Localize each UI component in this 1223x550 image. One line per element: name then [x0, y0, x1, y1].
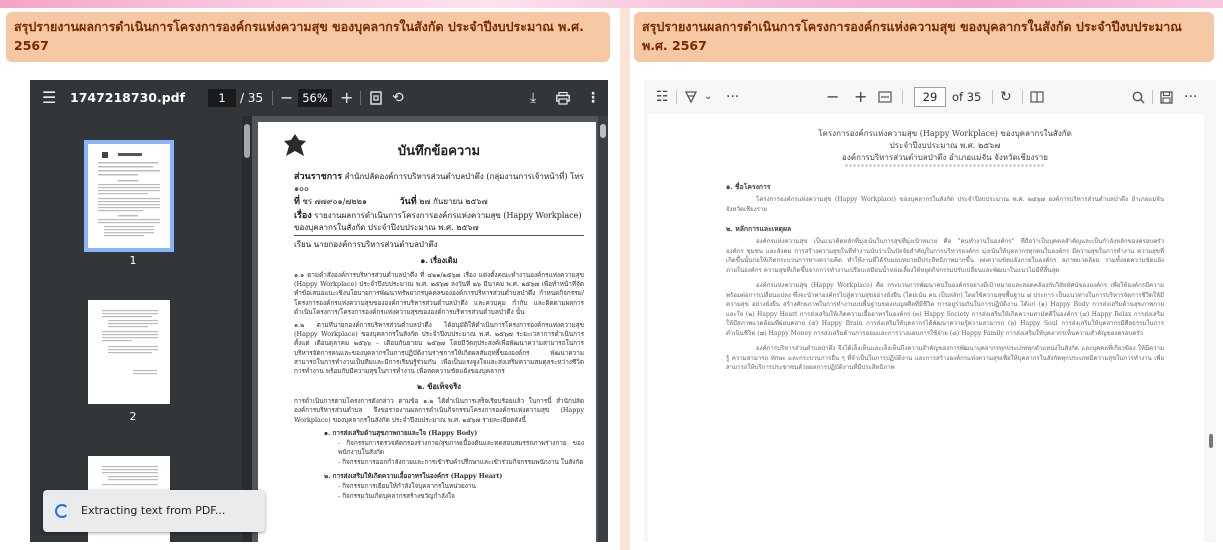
more-options-icon[interactable]: ··· [1184, 80, 1197, 114]
toolbar-separator [360, 91, 361, 105]
zoom-out-icon[interactable]: − [826, 80, 839, 114]
table-of-contents-icon[interactable]: ☷ [656, 80, 669, 114]
doc-heading-2: ประจำปีงบประมาณ พ.ศ. ๒๕๖๗ [889, 141, 1001, 150]
draw-icon[interactable] [684, 80, 698, 114]
page-title-banner: สรุปรายงานผลการดำเนินการโครงการองค์กรแห่… [6, 12, 610, 62]
fit-page-icon[interactable] [370, 80, 382, 116]
paragraph-3: การดำเนินการตามโครงการดังกล่าว ตามข้อ ๑.… [294, 397, 584, 424]
edge-pdf-viewer: ☷ ⌄ ··· − + 29 of 35 ↻ ··· โครงการองค์กร… [644, 80, 1216, 542]
thumbnail-scrollbar-thumb[interactable] [244, 124, 250, 158]
page-scrollbar-thumb[interactable] [600, 124, 606, 138]
page-total: / 35 [240, 91, 264, 105]
toolbar-separator [1022, 90, 1023, 104]
thumbnail-sidebar: 1 2 [30, 116, 252, 542]
doc-heading-3: องค์การบริหารส่วนตำบลป่าตึง อำเภอแม่จัน … [842, 153, 1048, 162]
top-decor-strip [0, 0, 1223, 8]
doc-paragraph-4: องค์การบริหารส่วนตำบลป่าตึง จึงได้เล็งเห… [726, 345, 1164, 371]
thumbnail-label-1: 1 [129, 254, 137, 267]
page-scrollbar-right[interactable] [1206, 114, 1216, 542]
rotate-icon[interactable]: ↻ [1000, 80, 1012, 114]
toolbar-separator [992, 90, 993, 104]
toolbar-separator [676, 90, 677, 104]
section-heading-2: ๒. ข้อเท็จจริง [417, 382, 461, 392]
pdf-toolbar-right: ☷ ⌄ ··· − + 29 of 35 ↻ ··· [644, 80, 1216, 114]
zoom-in-icon[interactable]: + [340, 80, 353, 116]
more-tools-icon[interactable]: ··· [726, 80, 739, 114]
section-heading-1: ๑. เรื่องเดิม [420, 256, 458, 265]
doc-separator: ****************************************… [845, 164, 1045, 171]
page-number-input-right[interactable]: 29 [914, 87, 946, 107]
zoom-in-icon[interactable]: + [854, 80, 867, 114]
toast-text: Extracting text from PDF... [81, 504, 226, 517]
list-item-b1: - กิจกรรมการเยี่ยมให้กำลังใจบุคลากรในหน่… [338, 481, 476, 490]
download-icon[interactable]: ⤓ [530, 80, 536, 116]
save-icon[interactable] [1160, 80, 1173, 114]
search-icon[interactable] [1132, 80, 1145, 114]
zoom-out-icon[interactable]: − [280, 80, 293, 116]
menu-icon[interactable]: ☰ [42, 80, 56, 116]
thumbnail-page-2[interactable] [88, 300, 170, 404]
thumbnail-scrollbar[interactable] [242, 116, 252, 542]
memo-subject: เรื่อง รายงานผลการดำเนินการโครงการองค์กร… [294, 211, 582, 232]
list-item-a2: - กิจกรรมการออกกำลังกายและการเข้ารับคำปร… [338, 458, 584, 467]
chevron-down-icon[interactable]: ⌄ [704, 80, 712, 114]
toolbar-separator [1152, 90, 1153, 104]
page-title-banner-right: สรุปรายงานผลการดำเนินการโครงการองค์กรแห่… [634, 12, 1214, 62]
chrome-pdf-viewer: ☰ 1747218730.pdf 1 / 35 − 56% + ⟲ ⤓ ⋮ 1 … [30, 80, 608, 542]
toolbar-separator [902, 90, 903, 104]
thumbnail-page-1[interactable] [84, 140, 174, 252]
memo-title: บันทึกข้อความ [397, 144, 481, 159]
panel-divider [620, 8, 630, 550]
list-heading-b: ๒. การส่งเสริมให้เกิดความเอื้ออาทรในองค์… [324, 471, 503, 480]
list-heading-a: ๑. การส่งเสริมด้านสุขภาพกายและใจ (Happy … [324, 428, 478, 437]
doc-paragraph-2: องค์กรแห่งความสุข เป็นแนวคิดหลักที่มุ่งเ… [726, 238, 1164, 274]
page-scrollbar-thumb-right[interactable] [1209, 434, 1213, 448]
fit-width-icon[interactable] [878, 80, 892, 114]
paragraph-1: ๑.๑ ตามคำสั่งองค์การบริหารส่วนตำบลป่าตึง… [294, 271, 584, 316]
more-options-icon[interactable]: ⋮ [586, 80, 600, 116]
list-item-b2: - กิจกรรมวันเกิดบุคลากรสร้างขวัญกำลังใจ [338, 492, 455, 501]
zoom-input[interactable]: 56% [298, 89, 332, 107]
pdf-filename: 1747218730.pdf [70, 90, 186, 105]
memo-to: เรียน นายกองค์การบริหารส่วนตำบลป่าตึง [294, 235, 584, 250]
memo-agency: ส่วนราชการ สำนักปลัดองค์การบริหารส่วนตำบ… [294, 172, 584, 193]
pdf-toolbar: ☰ 1747218730.pdf 1 / 35 − 56% + ⟲ ⤓ ⋮ [30, 80, 608, 116]
page-view-icon[interactable] [1030, 80, 1044, 114]
doc-heading-1: โครงการองค์กรแห่งความสุข (Happy Workplac… [818, 129, 1072, 138]
list-item-a1: - กิจกรรมการตรวจคัดกรองร่างกาย/สุขภาพเบื… [338, 439, 584, 457]
doc-section-2: ๒. หลักการและเหตุผล [726, 225, 792, 233]
garuda-emblem-icon [282, 132, 308, 162]
paragraph-2: ๑.๒ ตามที่นายกองค์การบริหารส่วนตำบลป่าตึ… [294, 321, 584, 376]
toolbar-separator [272, 91, 273, 105]
doc-paragraph-1: โครงการองค์กรแห่งความสุข (Happy Workplac… [726, 196, 1164, 213]
memo-ref-date: ที่ ชร ๗๗๙๐๑/๗๒๒๑ วันที่ ๒๗ กันยายน ๒๕๖๗ [294, 197, 488, 207]
doc-paragraph-3: องค์กรแห่งความสุข (Happy Workplace) คือ … [726, 282, 1164, 337]
doc-section-1: ๑. ชื่อโครงการ [726, 183, 771, 191]
rotate-icon[interactable]: ⟲ [392, 80, 404, 116]
page-scrollbar[interactable] [598, 116, 608, 542]
page-total-right: of 35 [952, 90, 982, 104]
thumbnail-label-2: 2 [129, 410, 137, 423]
loading-spinner-icon [55, 504, 69, 518]
pdf-page: บันทึกข้อความ ส่วนราชการ สำนักปลัดองค์กา… [258, 122, 596, 542]
pdf-page-right: โครงการองค์กรแห่งความสุข (Happy Workplac… [648, 114, 1204, 542]
extracting-toast: Extracting text from PDF... [43, 490, 265, 532]
print-icon[interactable] [556, 80, 570, 116]
page-number-input[interactable]: 1 [208, 89, 236, 107]
